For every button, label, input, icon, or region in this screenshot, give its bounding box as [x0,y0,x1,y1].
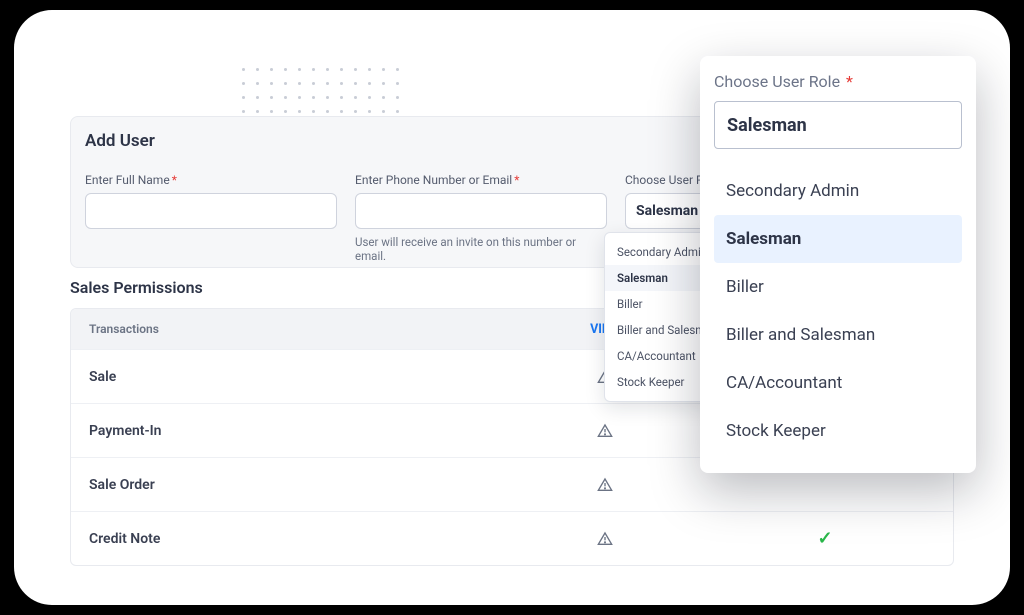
role-dropdown-large-label: Choose User Role * [714,72,962,91]
warning-icon [597,531,613,547]
role-option-large[interactable]: Stock Keeper [714,407,962,455]
cell-name: Payment-In [89,423,495,439]
role-dropdown-large-list: Secondary AdminSalesmanBillerBiller and … [714,167,962,455]
contact-label: Enter Phone Number or Email* [355,173,607,187]
permissions-title: Sales Permissions [70,278,203,297]
cell-name: Credit Note [89,531,495,547]
contact-input[interactable] [355,193,607,229]
col-transactions: Transactions [89,322,495,336]
cell-view[interactable] [495,531,715,547]
role-dropdown-large-label-text: Choose User Role [714,72,840,91]
role-dropdown-large-input[interactable]: Salesman [714,101,962,149]
contact-hint: User will receive an invite on this numb… [355,235,595,263]
contact-label-text: Enter Phone Number or Email [355,173,512,187]
warning-icon [597,423,613,439]
role-dropdown-large-selected: Salesman [727,115,807,136]
role-option-large[interactable]: Salesman [714,215,962,263]
full-name-label-text: Enter Full Name [85,173,170,187]
cell-view[interactable] [495,423,715,439]
required-mark: * [172,173,177,187]
contact-field: Enter Phone Number or Email* User will r… [355,173,607,263]
table-row: Credit Note ✓ [71,511,953,565]
role-option-large[interactable]: Biller and Salesman [714,311,962,359]
warning-icon [597,477,613,493]
full-name-field: Enter Full Name* [85,173,337,263]
required-mark: * [514,173,519,187]
role-selected-value: Salesman [636,203,698,219]
role-option-large[interactable]: Biller [714,263,962,311]
role-option-large[interactable]: Secondary Admin [714,167,962,215]
check-icon: ✓ [817,528,832,549]
cell-status: ✓ [715,528,935,549]
full-name-label: Enter Full Name* [85,173,337,187]
full-name-input[interactable] [85,193,337,229]
role-dropdown-large: Choose User Role * Salesman Secondary Ad… [700,56,976,473]
required-mark: * [846,72,853,91]
cell-name: Sale [89,369,495,385]
role-option-large[interactable]: CA/Accountant [714,359,962,407]
app-card: Add User Enter Full Name* Enter Phone Nu… [14,10,1010,605]
cell-view[interactable] [495,477,715,493]
cell-name: Sale Order [89,477,495,493]
